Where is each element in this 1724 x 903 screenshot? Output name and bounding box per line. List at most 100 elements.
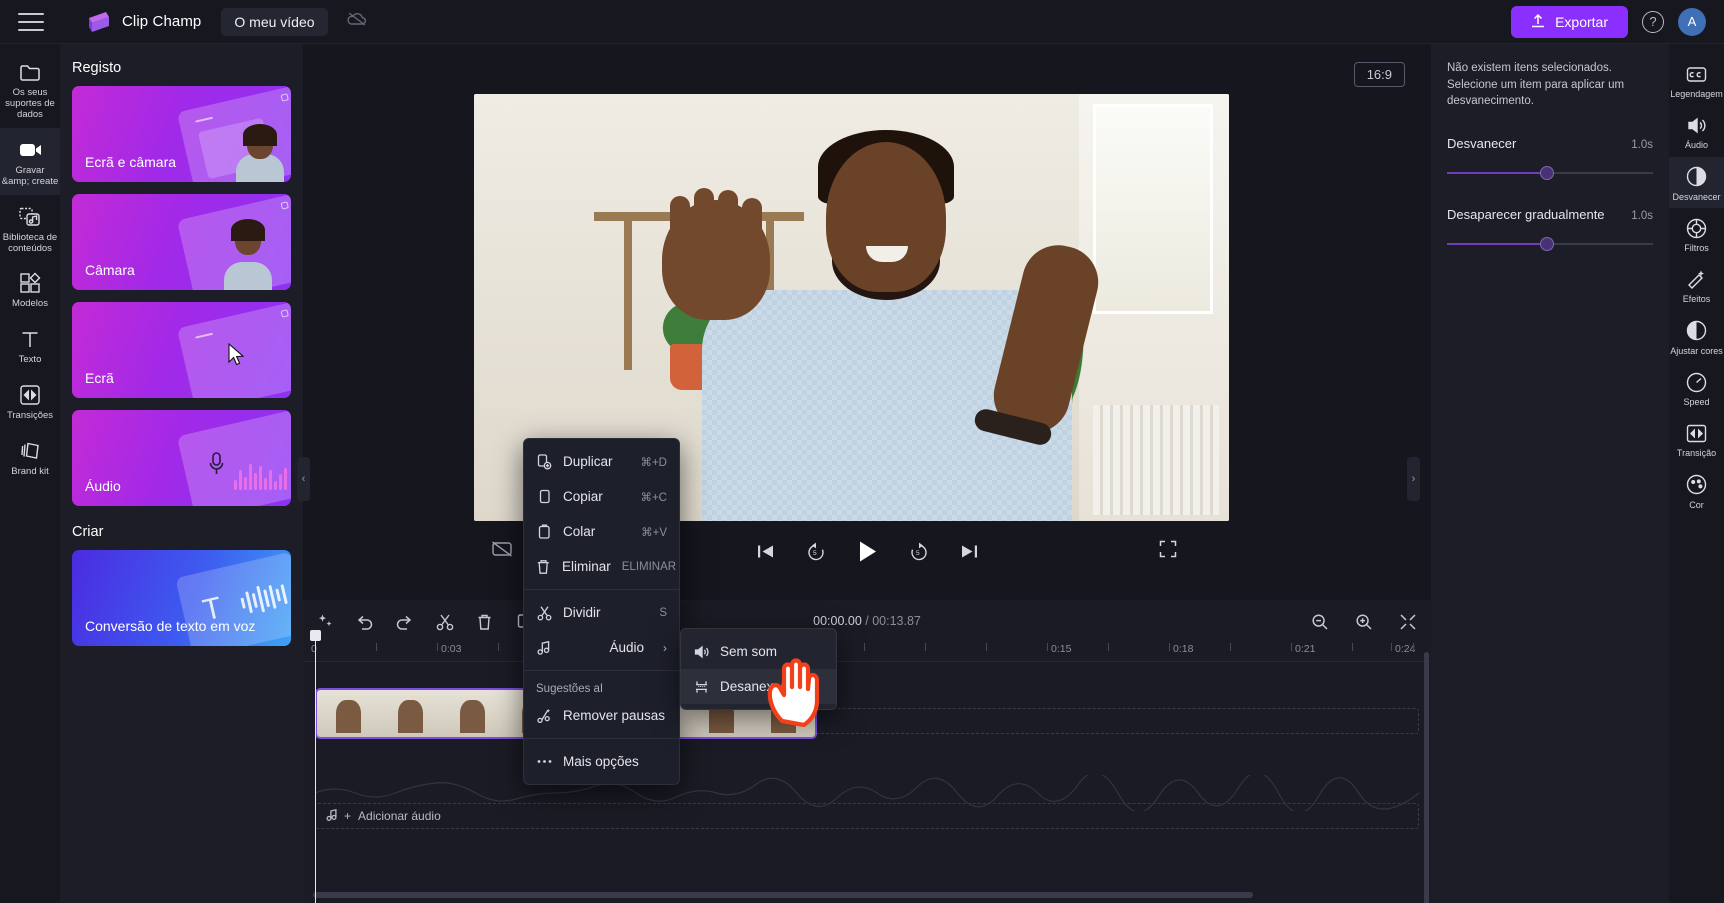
- export-button[interactable]: Exportar: [1511, 5, 1628, 38]
- svg-text:5: 5: [916, 550, 920, 557]
- zoom-out-icon[interactable]: [1306, 608, 1333, 635]
- context-menu-item-paste[interactable]: Colar ⌘+V: [524, 514, 679, 549]
- forward-5s-button[interactable]: 5: [909, 542, 929, 561]
- tool-label: Filtros: [1684, 243, 1709, 254]
- copy-icon: [536, 489, 552, 505]
- time-separator: /: [861, 614, 873, 628]
- fade-in-slider[interactable]: [1447, 165, 1653, 181]
- context-menu-item-remove-pauses[interactable]: Remover pausas: [524, 698, 679, 733]
- context-menu-item-split[interactable]: Dividir S: [524, 595, 679, 630]
- context-menu-item-copy[interactable]: Copiar ⌘+C: [524, 479, 679, 514]
- trash-icon[interactable]: [471, 608, 498, 635]
- audio-icon: [1686, 113, 1707, 137]
- tool-color-adjust[interactable]: Ajustar cores: [1669, 311, 1724, 362]
- upload-icon: [1531, 13, 1545, 31]
- hamburger-icon[interactable]: [18, 12, 44, 31]
- right-tool-rail: Legendagem Áudio Desvanecer Filtros Efei…: [1669, 44, 1724, 903]
- tool-effects[interactable]: Efeitos: [1669, 259, 1724, 310]
- timeline: 00:00.00 / 00:13.87 0 0:03 0:15 0:18 0:2…: [303, 600, 1431, 903]
- detach-icon: [693, 680, 709, 694]
- context-menu-item-duplicate[interactable]: Duplicar ⌘+D: [524, 444, 679, 479]
- context-menu-item-delete[interactable]: Eliminar ELIMINAR: [524, 549, 679, 584]
- card-screen[interactable]: Ecrã: [72, 302, 291, 398]
- fade-out-slider[interactable]: [1447, 236, 1653, 252]
- sidebar-item-brand-kit[interactable]: Brand kit: [0, 429, 60, 485]
- timeline-vertical-scrollbar[interactable]: [1424, 652, 1429, 903]
- playhead[interactable]: [310, 630, 321, 903]
- tool-captions[interactable]: Legendagem: [1669, 54, 1724, 105]
- skip-to-start-button[interactable]: [756, 543, 775, 560]
- current-time: 00:00.00: [813, 614, 862, 628]
- export-button-label: Exportar: [1555, 13, 1608, 30]
- sidebar-item-record-create[interactable]: Gravar &amp; create: [0, 127, 60, 195]
- undo-icon[interactable]: [351, 608, 378, 635]
- sidebar-label: Biblioteca de conteúdos: [2, 231, 58, 254]
- scissors-icon[interactable]: [431, 608, 458, 635]
- timeline-ruler[interactable]: 0 0:03 0:15 0:18 0:21 0:24: [303, 640, 1431, 662]
- sidebar-label: Os seus suportes de dados: [5, 87, 55, 120]
- templates-icon: [19, 270, 41, 296]
- redo-icon[interactable]: [391, 608, 418, 635]
- timeline-horizontal-scrollbar[interactable]: [313, 892, 1253, 898]
- card-label: Conversão de texto em voz: [85, 618, 256, 634]
- card-camera[interactable]: Câmara: [72, 194, 291, 290]
- music-note-icon: [536, 640, 552, 656]
- sidebar-label: Texto: [18, 354, 42, 366]
- skip-to-end-button[interactable]: [960, 543, 979, 560]
- tool-filters[interactable]: Filtros: [1669, 208, 1724, 259]
- tool-transition[interactable]: Transição: [1669, 413, 1724, 464]
- captions-icon: [1686, 62, 1707, 86]
- tool-speed[interactable]: Speed: [1669, 362, 1724, 413]
- fade-in-value: 1.0s: [1631, 139, 1653, 152]
- project-name-field[interactable]: O meu vídeo: [221, 7, 328, 36]
- play-button[interactable]: [857, 540, 878, 563]
- sidebar-item-content-library[interactable]: Biblioteca de conteúdos: [0, 195, 60, 262]
- card-label: Ecrã e câmara: [85, 154, 177, 170]
- card-screen-and-camera[interactable]: Ecrã e câmara: [72, 86, 291, 182]
- context-menu-label: Remover pausas: [563, 708, 666, 723]
- card-text-to-speech[interactable]: T Conversão de texto em voz: [72, 550, 291, 646]
- tool-fade[interactable]: Desvanecer: [1669, 156, 1724, 209]
- fullscreen-icon[interactable]: [1159, 540, 1177, 563]
- tool-color[interactable]: Cor: [1669, 465, 1724, 516]
- context-menu-shortcut: S: [659, 606, 667, 619]
- clipchamp-editor: Clip Champ O meu vídeo Exportar ? A Os s…: [0, 0, 1724, 903]
- help-icon[interactable]: ?: [1642, 10, 1664, 33]
- sidebar-item-templates[interactable]: Modelos: [0, 261, 60, 317]
- rewind-5s-button[interactable]: 5: [806, 542, 826, 561]
- brand-kit-icon: [19, 438, 42, 464]
- tool-audio[interactable]: Áudio: [1669, 105, 1724, 156]
- context-menu-item-audio[interactable]: Áudio ›: [524, 630, 679, 665]
- fade-out-value: 1.0s: [1631, 210, 1653, 223]
- aspect-ratio-button[interactable]: 16:9: [1353, 62, 1405, 87]
- ruler-label: 0:18: [1173, 643, 1194, 655]
- context-menu-shortcut: ⌘+D: [640, 456, 667, 469]
- waveform-icon: [234, 464, 287, 490]
- tool-label: Legendagem: [1670, 89, 1723, 99]
- context-menu-item-more-options[interactable]: Mais opções: [524, 744, 679, 779]
- collapse-left-panel-handle[interactable]: ‹: [297, 457, 310, 501]
- hand-cursor-icon: [764, 655, 826, 732]
- mouse-pointer-icon: [227, 342, 247, 372]
- tool-label: Speed: [1683, 397, 1710, 408]
- avatar[interactable]: A: [1678, 7, 1706, 36]
- context-menu-shortcut: ⌘+V: [641, 526, 667, 539]
- sidebar-item-transitions[interactable]: Transições: [0, 373, 60, 429]
- waveform-icon: [239, 580, 289, 616]
- collapse-right-panel-handle[interactable]: ›: [1407, 457, 1420, 501]
- top-bar-right: Exportar ? A: [1511, 5, 1706, 38]
- plus-icon: +: [344, 809, 352, 823]
- tool-label: Desvanecer: [1672, 191, 1721, 202]
- chevron-right-icon: ›: [663, 640, 667, 655]
- context-menu-divider: [524, 670, 679, 671]
- fit-screen-icon[interactable]: [1394, 608, 1421, 635]
- zoom-in-icon[interactable]: [1350, 608, 1377, 635]
- sidebar-label: Transições: [6, 410, 54, 422]
- sidebar-item-your-media[interactable]: Os seus suportes de dados: [0, 50, 60, 128]
- record-create-panel: Registo Ecrã e câmara Câmara Ecrã Áudio …: [60, 44, 303, 903]
- sidebar-item-text[interactable]: Texto: [0, 317, 60, 373]
- context-menu-shortcut: ELIMINAR: [621, 560, 677, 573]
- card-audio[interactable]: Áudio: [72, 410, 291, 506]
- context-menu-label: Mais opções: [563, 754, 639, 769]
- color-icon: [1686, 473, 1707, 497]
